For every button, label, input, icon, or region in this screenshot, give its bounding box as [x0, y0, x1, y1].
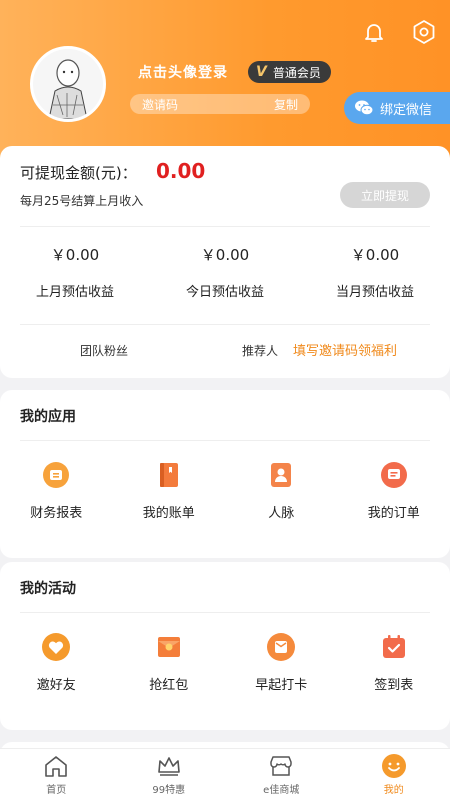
- home-icon: [42, 753, 70, 779]
- login-prompt[interactable]: 点击头像登录: [138, 62, 228, 82]
- activity-label: 早起打卡: [255, 678, 308, 693]
- apps-grid: 财务报表 我的账单 人脉 我的订单: [0, 460, 450, 521]
- stat-label: 今日预估收益: [185, 285, 264, 300]
- bottom-tab-bar: 首页 99特惠 e佳商城 我的: [0, 748, 450, 800]
- invite-code-label: 邀请码: [142, 97, 179, 112]
- activity-red-envelope[interactable]: 抢红包: [113, 632, 226, 693]
- withdrawable-title: 可提现金额(元)：: [20, 164, 137, 182]
- contacts-icon: [266, 460, 296, 490]
- vip-letter: V: [256, 64, 267, 80]
- app-contacts[interactable]: 人脉: [225, 460, 338, 521]
- tab-label: 我的: [383, 785, 404, 796]
- withdraw-button[interactable]: 立即提现: [340, 182, 430, 208]
- withdrawable-amount: 0.00: [156, 159, 206, 183]
- activity-label: 抢红包: [149, 678, 189, 693]
- wallet-card: 可提现金额(元)： 0.00 每月25号结算上月收入 立即提现 ￥0.00 上月…: [0, 146, 450, 378]
- heart-icon: [41, 632, 71, 662]
- crown-icon: [155, 753, 183, 779]
- fill-invite-code-link[interactable]: 填写邀请码领福利: [293, 340, 397, 359]
- app-my-bill[interactable]: 我的账单: [113, 460, 226, 521]
- tab-mine[interactable]: 我的: [338, 749, 450, 800]
- tab-label: e佳商城: [263, 785, 300, 796]
- stat-today[interactable]: ￥0.00 今日预估收益: [150, 244, 300, 300]
- team-row: 团队粉丝 推荐人 填写邀请码领福利: [0, 342, 450, 362]
- stat-this-month[interactable]: ￥0.00 当月预估收益: [300, 244, 450, 300]
- app-finance-report[interactable]: 财务报表: [0, 460, 113, 521]
- activity-invite-friends[interactable]: 邀好友: [0, 632, 113, 693]
- bell-icon[interactable]: [360, 18, 388, 46]
- avatar-sketch-icon: [33, 49, 103, 119]
- settings-icon[interactable]: [410, 18, 438, 46]
- my-activities-card: 我的活动 邀好友 抢红包 早起打卡 签到表: [0, 562, 450, 730]
- stat-value: ￥0.00: [50, 246, 100, 264]
- app-label: 我的订单: [367, 506, 420, 521]
- activities-grid: 邀好友 抢红包 早起打卡 签到表: [0, 632, 450, 693]
- activity-label: 签到表: [374, 678, 414, 693]
- copy-button[interactable]: 复制: [274, 96, 298, 113]
- my-apps-card: 我的应用 财务报表 我的账单 人脉 我的订单: [0, 390, 450, 558]
- order-icon: [379, 460, 409, 490]
- stat-last-month[interactable]: ￥0.00 上月预估收益: [0, 244, 150, 300]
- activity-signin-sheet[interactable]: 签到表: [338, 632, 450, 693]
- tab-home[interactable]: 首页: [0, 749, 113, 800]
- section-title: 我的应用: [20, 409, 76, 425]
- bind-wechat-label: 绑定微信: [380, 102, 433, 118]
- bind-wechat-button[interactable]: 绑定微信: [344, 92, 450, 124]
- section-title: 我的活动: [20, 581, 76, 597]
- divider: [20, 324, 430, 325]
- app-label: 我的账单: [142, 506, 195, 521]
- tab-label: 首页: [46, 785, 67, 796]
- alarm-icon: [266, 632, 296, 662]
- divider: [20, 440, 430, 441]
- store-icon: [267, 753, 295, 779]
- team-fans-link[interactable]: 团队粉丝: [80, 342, 128, 359]
- stat-label: 当月预估收益: [335, 285, 414, 300]
- tab-store[interactable]: e佳商城: [225, 749, 338, 800]
- header-actions: [360, 18, 438, 46]
- stat-value: ￥0.00: [350, 246, 400, 264]
- smiley-icon: [380, 753, 408, 779]
- member-level-label: 普通会员: [272, 65, 321, 80]
- divider: [20, 612, 430, 613]
- activity-early-checkin[interactable]: 早起打卡: [225, 632, 338, 693]
- earnings-stats: ￥0.00 上月预估收益 ￥0.00 今日预估收益 ￥0.00 当月预估收益: [0, 244, 450, 300]
- tab-label: 99特惠: [152, 785, 186, 796]
- app-label: 财务报表: [30, 506, 83, 521]
- tab-99-deals[interactable]: 99特惠: [113, 749, 226, 800]
- activity-label: 邀好友: [36, 678, 76, 693]
- checkin-calendar-icon: [379, 632, 409, 662]
- referrer-label: 推荐人: [242, 344, 279, 358]
- bill-book-icon: [154, 460, 184, 490]
- settlement-note: 每月25号结算上月收入: [20, 194, 144, 208]
- divider: [20, 226, 430, 227]
- app-label: 人脉: [268, 506, 295, 521]
- stat-value: ￥0.00: [200, 246, 250, 264]
- wechat-icon: [354, 99, 374, 117]
- avatar[interactable]: [30, 46, 106, 122]
- member-badge: V 普通会员: [248, 61, 331, 83]
- red-envelope-icon: [154, 632, 184, 662]
- app-my-orders[interactable]: 我的订单: [338, 460, 450, 521]
- invite-code-bar: 邀请码 复制: [130, 94, 310, 114]
- stat-label: 上月预估收益: [35, 285, 114, 300]
- finance-report-icon: [41, 460, 71, 490]
